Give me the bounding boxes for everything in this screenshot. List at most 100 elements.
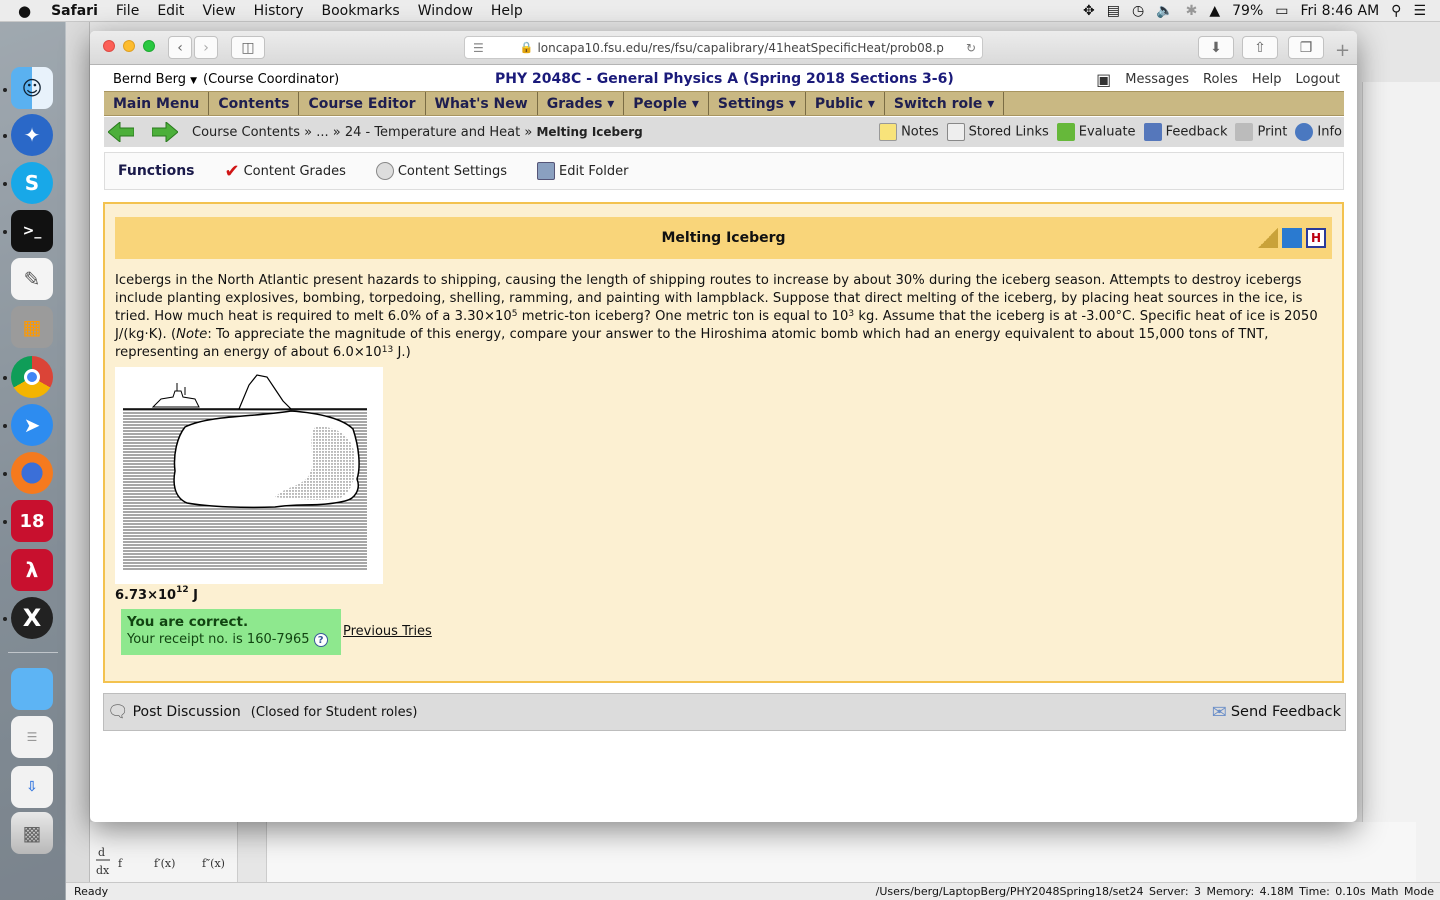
inbox-icon[interactable]: ▣ (1096, 70, 1111, 89)
battery-icon[interactable]: ▭ (1275, 3, 1288, 19)
downloads-stack-icon[interactable]: ⇩ (11, 766, 53, 808)
calculator-icon[interactable]: ▦ (11, 306, 53, 348)
menu-history[interactable]: History (254, 3, 304, 19)
apple-menu-icon[interactable]: ● (18, 2, 31, 20)
url-text[interactable]: loncapa10.fsu.edu/res/fsu/capalibrary/41… (537, 41, 943, 55)
close-window-button[interactable] (103, 40, 115, 52)
nav-people[interactable]: People ▾ (624, 92, 709, 115)
html-edit-icon[interactable]: H (1306, 228, 1326, 248)
logout-link[interactable]: Logout (1295, 72, 1340, 87)
safari-icon[interactable]: ➤ (11, 404, 53, 446)
feedback-tool[interactable]: Feedback (1143, 123, 1227, 141)
user-name[interactable]: Bernd Berg (113, 72, 186, 87)
nav-course-editor[interactable]: Course Editor (299, 92, 426, 115)
nav-grades[interactable]: Grades ▾ (538, 92, 625, 115)
stored-links-tool[interactable]: Stored Links (946, 123, 1049, 141)
evaluate-tool[interactable]: Evaluate (1056, 123, 1136, 141)
nav-main-menu[interactable]: Main Menu (104, 92, 210, 115)
acrobat-icon[interactable]: λ (11, 549, 53, 591)
forward-button[interactable]: › (194, 36, 218, 59)
math-palette[interactable]: d dx f f′(x) f″(x) (90, 822, 238, 882)
notes-tool[interactable]: Notes (879, 123, 939, 141)
answer-exponent: 12 (176, 585, 189, 595)
edit-folder-label: Edit Folder (559, 163, 629, 179)
problem-title-bar: Melting Iceberg H (115, 217, 1332, 259)
user-menu[interactable]: Bernd Berg ▼ (113, 72, 197, 87)
help-link[interactable]: Help (1252, 72, 1282, 87)
reload-icon[interactable]: ↻ (961, 40, 976, 55)
terminal-icon[interactable]: >_ (11, 210, 53, 252)
previous-page-arrow-icon[interactable] (108, 122, 134, 142)
wave-edit-icon[interactable] (1282, 228, 1302, 248)
content-settings-link[interactable]: Content Settings (375, 162, 508, 180)
svg-text:f′(x): f′(x) (154, 857, 175, 870)
next-page-arrow-icon[interactable] (152, 122, 178, 142)
time-machine-icon[interactable]: ◷ (1132, 3, 1144, 19)
firefox-icon[interactable] (11, 452, 53, 494)
trash-icon[interactable]: ▩ (11, 812, 53, 854)
drive-icon[interactable]: ▤ (1107, 3, 1120, 19)
share-icon[interactable]: ⇧ (1242, 36, 1278, 59)
wifi-icon[interactable]: ▲ (1209, 3, 1220, 19)
content-grades-label: Content Grades (243, 163, 346, 179)
back-button[interactable]: ‹ (168, 36, 192, 59)
tab-overview-icon[interactable]: ❐ (1288, 36, 1324, 59)
textedit-icon[interactable]: ✎ (11, 258, 53, 300)
stored-links-label: Stored Links (968, 124, 1049, 140)
downloads-button-icon[interactable]: ⬇ (1198, 36, 1234, 59)
user-dropdown-icon[interactable]: ▼ (190, 76, 197, 86)
zoom-window-button[interactable] (143, 40, 155, 52)
battery-percent[interactable]: 79% (1232, 3, 1263, 19)
content-grades-link[interactable]: ✔ Content Grades (225, 161, 346, 182)
notification-center-icon[interactable]: ☰ (1413, 3, 1426, 19)
menu-bookmarks[interactable]: Bookmarks (321, 3, 399, 19)
skype-icon[interactable]: S (11, 162, 53, 204)
nav-public[interactable]: Public ▾ (806, 92, 885, 115)
x11-icon[interactable]: X (11, 597, 53, 639)
safari-window: ‹ › ◫ ☰ 🔒 loncapa10.fsu.edu/res/fsu/capa… (90, 31, 1357, 822)
document-stack-icon[interactable]: ☰ (11, 716, 53, 758)
messages-link[interactable]: Messages (1125, 72, 1189, 87)
bluetooth-icon[interactable]: ✱ (1186, 3, 1198, 19)
nav-switch-role[interactable]: Switch role ▾ (885, 92, 1005, 115)
discussion-icon[interactable]: 🗨 (107, 702, 129, 722)
nav-contents[interactable]: Contents (209, 92, 300, 115)
menu-help[interactable]: Help (491, 3, 523, 19)
volume-icon[interactable]: 🔈 (1156, 3, 1173, 19)
nav-settings[interactable]: Settings ▾ (709, 92, 806, 115)
help-icon[interactable]: ? (313, 633, 328, 647)
exponent: 13 (381, 345, 394, 355)
print-tool[interactable]: Print (1235, 123, 1287, 141)
menu-app-name[interactable]: Safari (51, 3, 98, 19)
roles-link[interactable]: Roles (1203, 72, 1238, 87)
address-bar[interactable]: ☰ 🔒 loncapa10.fsu.edu/res/fsu/capalibrar… (464, 36, 983, 59)
reader-view-icon[interactable]: ☰ (473, 41, 484, 55)
ruler-icon[interactable] (1258, 228, 1278, 248)
background-right-panel (1362, 82, 1440, 882)
menu-view[interactable]: View (202, 3, 235, 19)
browser-toolbar: ‹ › ◫ ☰ 🔒 loncapa10.fsu.edu/res/fsu/capa… (90, 31, 1357, 65)
new-tab-icon[interactable]: + (1335, 40, 1350, 61)
send-feedback-link[interactable]: ✉ Send Feedback (1212, 702, 1341, 723)
info-tool[interactable]: Info (1295, 123, 1342, 141)
clock[interactable]: Fri 8:46 AM (1300, 3, 1379, 19)
breadcrumb[interactable]: Course Contents » ... » 24 - Temperature… (192, 125, 643, 140)
thunderbird-icon[interactable]: ✦ (11, 114, 53, 156)
nav-whats-new[interactable]: What's New (426, 92, 538, 115)
post-discussion-link[interactable]: Post Discussion (133, 704, 241, 720)
minimize-window-button[interactable] (123, 40, 135, 52)
breadcrumb-path[interactable]: Course Contents » ... » 24 - Temperature… (192, 125, 532, 140)
dropbox-icon[interactable]: ✥ (1083, 3, 1095, 19)
previous-tries-link[interactable]: Previous Tries (343, 624, 432, 639)
calendar-app-icon[interactable]: 18 (11, 500, 53, 542)
menu-edit[interactable]: Edit (157, 3, 184, 19)
folder-icon[interactable] (11, 668, 53, 710)
chrome-icon[interactable] (11, 356, 53, 398)
content-settings-label: Content Settings (397, 163, 508, 179)
sidebar-toggle-icon[interactable]: ◫ (231, 36, 265, 59)
menu-window[interactable]: Window (418, 3, 473, 19)
edit-folder-link[interactable]: Edit Folder (537, 162, 629, 180)
finder-icon[interactable]: ☺ (11, 67, 53, 109)
menu-file[interactable]: File (116, 3, 139, 19)
spotlight-icon[interactable]: ⚲ (1391, 3, 1401, 19)
